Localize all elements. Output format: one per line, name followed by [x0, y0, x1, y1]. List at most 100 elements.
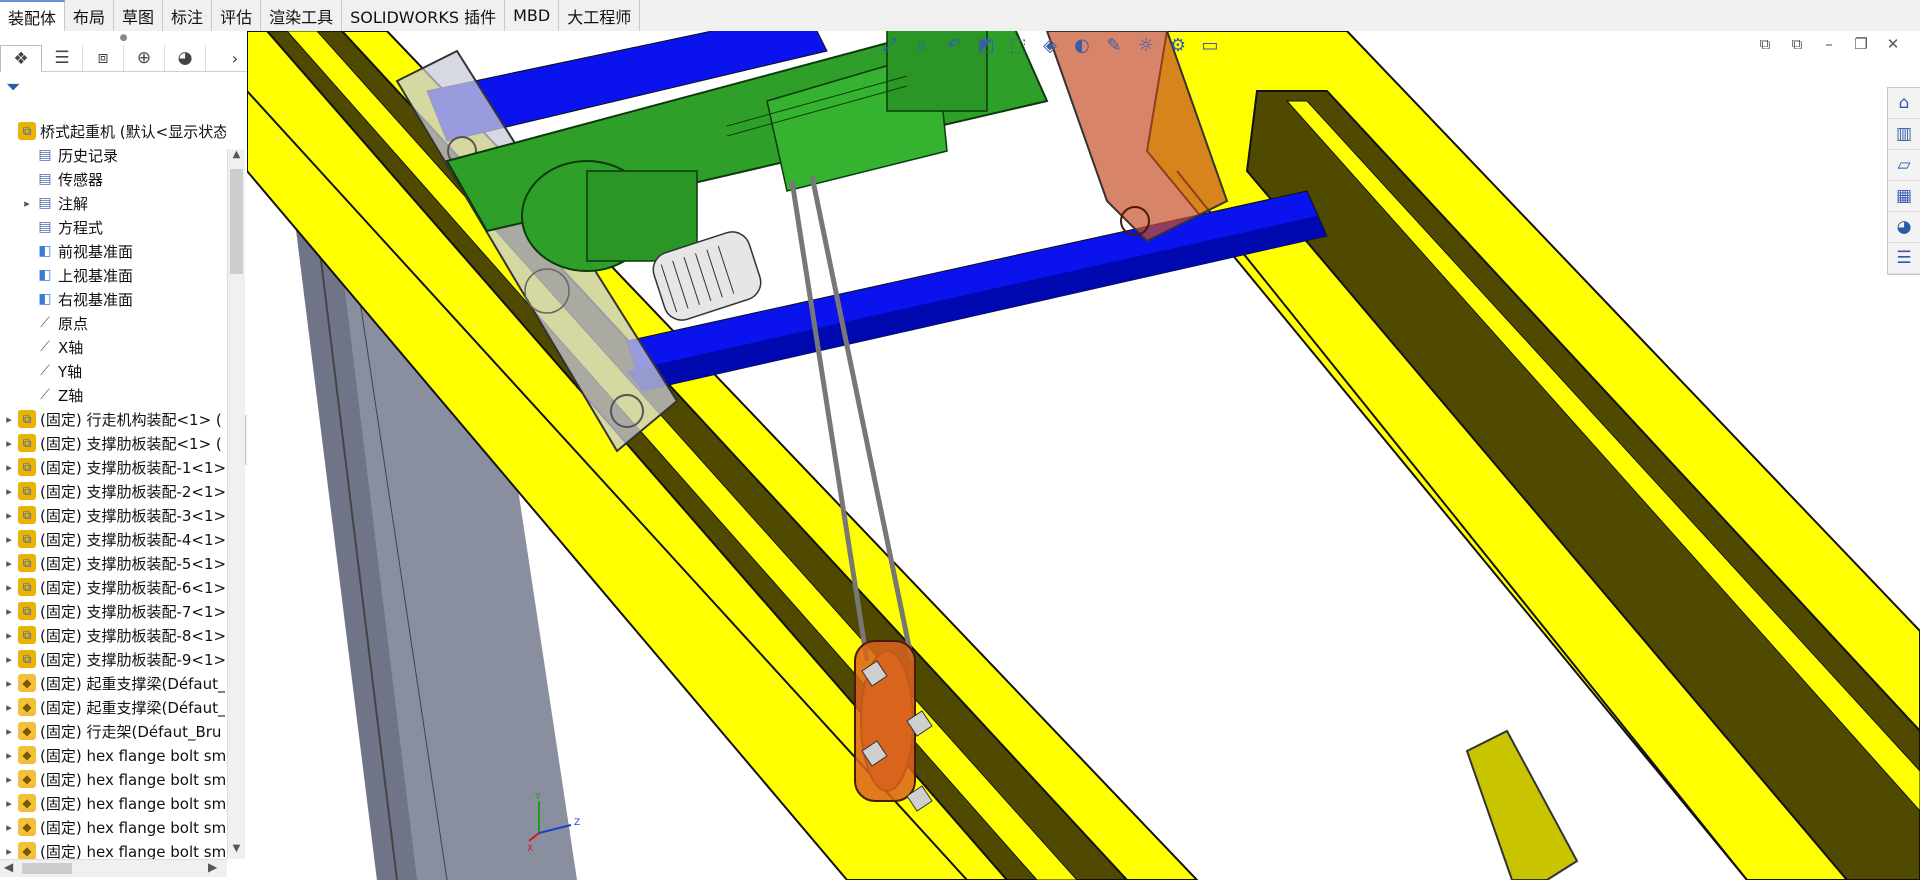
expand-arrow-icon[interactable]: ▸: [0, 725, 18, 738]
expand-arrow-icon[interactable]: ▸: [0, 677, 18, 690]
expand-arrow-icon[interactable]: ▸: [0, 821, 18, 834]
tree-item[interactable]: ▸ ⧉ (固定) 支撑肋板装配<1> (: [0, 431, 226, 455]
tree-item[interactable]: ▸ ⧉ (固定) 支撑肋板装配-9<1>: [0, 647, 226, 671]
tree-vertical-scrollbar[interactable]: ▲ ▼: [227, 149, 245, 859]
close-icon[interactable]: ✕: [1884, 35, 1902, 53]
tree-item[interactable]: ⟋ Y轴: [0, 359, 226, 383]
tree-item[interactable]: ▸ ◆ (固定) hex flange bolt sm: [0, 815, 226, 839]
tree-item[interactable]: ▸ ⧉ (固定) 支撑肋板装配-7<1>: [0, 599, 226, 623]
tree-item[interactable]: ▤ 历史记录: [0, 143, 226, 167]
tab-0[interactable]: 装配体: [0, 0, 66, 31]
tree-item[interactable]: ▸ ◆ (固定) hex flange bolt sm: [0, 743, 226, 767]
expand-arrow-icon[interactable]: ▸: [0, 629, 18, 642]
viewport-right-icon[interactable]: ⧉: [1788, 35, 1806, 53]
hide-show-icon[interactable]: ◐: [1069, 33, 1095, 57]
display-manager-icon[interactable]: ◕: [165, 45, 206, 71]
section-view-icon[interactable]: ◩: [973, 33, 999, 57]
zoom-area-icon[interactable]: ⌕: [909, 33, 935, 57]
tab-4[interactable]: 评估: [212, 0, 262, 31]
tree-item[interactable]: ▸ ◆ (固定) 行走架(Défaut_Bru: [0, 719, 226, 743]
expand-arrow-icon[interactable]: ▸: [0, 461, 18, 474]
scroll-right-icon[interactable]: ▶: [208, 860, 217, 874]
tab-2[interactable]: 草图: [114, 0, 164, 31]
scroll-thumb-horizontal[interactable]: [22, 863, 72, 874]
display-pane-icon[interactable]: ▭: [1197, 33, 1223, 57]
expand-arrow-icon[interactable]: ▸: [0, 797, 18, 810]
tab-6[interactable]: SOLIDWORKS 插件: [342, 0, 506, 31]
restore-icon[interactable]: ❐: [1852, 35, 1870, 53]
expand-arrow-icon[interactable]: ▸: [0, 653, 18, 666]
view-orientation-icon[interactable]: ⬚: [1005, 33, 1031, 57]
expand-arrow-icon[interactable]: ▸: [0, 773, 18, 786]
expand-arrow-icon[interactable]: ▸: [0, 749, 18, 762]
tree-item[interactable]: ▸ ⧉ (固定) 支撑肋板装配-5<1>: [0, 551, 226, 575]
expand-arrow-icon[interactable]: ▸: [0, 485, 18, 498]
expand-arrow-icon[interactable]: ▸: [0, 533, 18, 546]
expand-arrow-icon[interactable]: ▸: [0, 605, 18, 618]
tree-item[interactable]: ◧ 前视基准面: [0, 239, 226, 263]
tab-8[interactable]: 大工程师: [559, 0, 641, 31]
scroll-up-icon[interactable]: ▲: [228, 149, 245, 165]
tree-item[interactable]: ▸ ◆ (固定) hex flange bolt sm: [0, 839, 226, 859]
tree-item[interactable]: ▸ ◆ (固定) 起重支撑梁(Défaut_: [0, 695, 226, 719]
expand-arrow-icon[interactable]: ▸: [0, 557, 18, 570]
appearances-icon[interactable]: ◕: [1888, 212, 1920, 243]
design-library-icon[interactable]: ▥: [1888, 119, 1920, 150]
tree-item[interactable]: ▤ 传感器: [0, 167, 226, 191]
viewport-left-icon[interactable]: ⧉: [1756, 35, 1774, 53]
tree-item[interactable]: ▸ ⧉ (固定) 支撑肋板装配-6<1>: [0, 575, 226, 599]
filter-icon[interactable]: ⏷: [6, 77, 20, 98]
view-settings-icon[interactable]: ⚙: [1165, 33, 1191, 57]
expand-arrow-icon[interactable]: ▸: [0, 509, 18, 522]
tree-item[interactable]: ◧ 上视基准面: [0, 263, 226, 287]
expand-arrow-icon[interactable]: ▸: [18, 197, 36, 210]
home-icon[interactable]: ⌂: [1888, 88, 1920, 119]
tree-item[interactable]: ▸ ⧉ (固定) 支撑肋板装配-3<1>: [0, 503, 226, 527]
expand-arrow-icon[interactable]: ▸: [0, 581, 18, 594]
expand-arrow-icon[interactable]: ▸: [0, 413, 18, 426]
expand-arrow-icon[interactable]: ▸: [0, 701, 18, 714]
file-explorer-icon[interactable]: ▱: [1888, 150, 1920, 181]
tree-item[interactable]: ▸ ▤ 注解: [0, 191, 226, 215]
tree-root[interactable]: ⧉ 桥式起重机 (默认<显示状态-: [0, 119, 226, 143]
dimxpert-icon[interactable]: ⊕: [124, 45, 165, 71]
tree-item[interactable]: ▸ ⧉ (固定) 支撑肋板装配-2<1>: [0, 479, 226, 503]
graphics-viewport[interactable]: Y Z X ⤢ ⌕ ↶ ◩ ⬚ ◈ ◐ ✎ ☼ ⚙ ▭ ⧉ ⧉ – ❐ ✕: [247, 31, 1920, 880]
scroll-down-icon[interactable]: ▼: [228, 843, 245, 859]
tree-item[interactable]: ⟋ Z轴: [0, 383, 226, 407]
tree-item[interactable]: ◧ 右视基准面: [0, 287, 226, 311]
edit-appearance-icon[interactable]: ✎: [1101, 33, 1127, 57]
expand-arrow-icon[interactable]: ▸: [0, 437, 18, 450]
configuration-manager-icon[interactable]: ⧈: [83, 45, 124, 71]
tab-3[interactable]: 标注: [163, 0, 213, 31]
apply-scene-icon[interactable]: ☼: [1133, 33, 1159, 57]
previous-view-icon[interactable]: ↶: [941, 33, 967, 57]
feature-manager-icon[interactable]: ❖: [0, 44, 42, 72]
more-tabs-icon[interactable]: ›: [223, 49, 247, 68]
tab-5[interactable]: 渲染工具: [261, 0, 343, 31]
tree-item[interactable]: ▸ ◆ (固定) 起重支撑梁(Défaut_: [0, 671, 226, 695]
expand-arrow-icon[interactable]: ▸: [0, 845, 18, 858]
view-palette-icon[interactable]: ▦: [1888, 181, 1920, 212]
crane-model[interactable]: [247, 31, 1920, 880]
scroll-thumb[interactable]: [230, 169, 243, 274]
tab-1[interactable]: 布局: [65, 0, 115, 31]
tree-item[interactable]: ▸ ◆ (固定) hex flange bolt sm: [0, 791, 226, 815]
tree-item[interactable]: ⟋ 原点: [0, 311, 226, 335]
tree-item[interactable]: ▸ ◆ (固定) hex flange bolt sm: [0, 767, 226, 791]
tree-item[interactable]: ▸ ⧉ (固定) 支撑肋板装配-1<1>: [0, 455, 226, 479]
panel-grip[interactable]: ●: [0, 31, 247, 45]
tree-item[interactable]: ▤ 方程式: [0, 215, 226, 239]
tree-item[interactable]: ▸ ⧉ (固定) 支撑肋板装配-8<1>: [0, 623, 226, 647]
display-style-icon[interactable]: ◈: [1037, 33, 1063, 57]
zoom-to-fit-icon[interactable]: ⤢: [877, 33, 903, 57]
tree-item[interactable]: ▸ ⧉ (固定) 支撑肋板装配-4<1>: [0, 527, 226, 551]
property-manager-icon[interactable]: ☰: [42, 45, 83, 71]
tab-7[interactable]: MBD: [505, 0, 560, 31]
tree-horizontal-scrollbar[interactable]: ◀ ▶: [0, 859, 227, 877]
custom-properties-icon[interactable]: ☰: [1888, 243, 1920, 274]
minimize-icon[interactable]: –: [1820, 35, 1838, 53]
tree-item[interactable]: ▸ ⧉ (固定) 行走机构装配<1> (: [0, 407, 226, 431]
scroll-left-icon[interactable]: ◀: [4, 860, 13, 874]
tree-item[interactable]: ⟋ X轴: [0, 335, 226, 359]
